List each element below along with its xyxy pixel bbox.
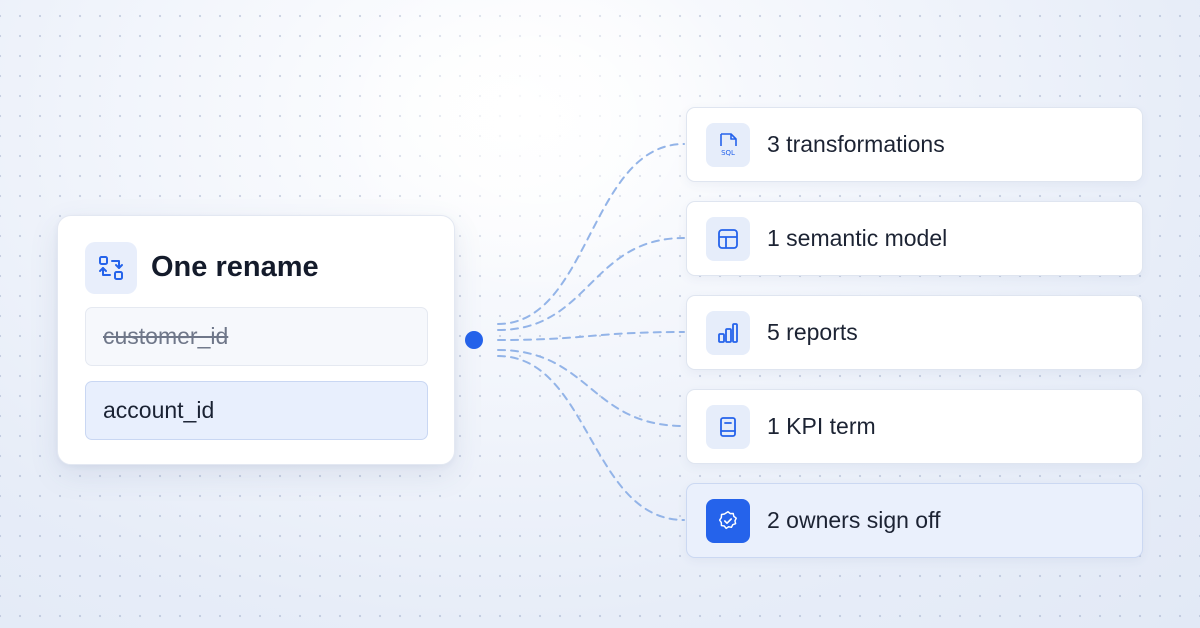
swap-icon bbox=[85, 242, 137, 294]
connector-hub-dot bbox=[465, 331, 483, 349]
svg-text:SQL: SQL bbox=[721, 149, 735, 157]
connector-line-transformations bbox=[497, 143, 685, 325]
impact-label: 2 owners sign off bbox=[767, 507, 941, 533]
rename-card: One rename customer_id account_id bbox=[57, 215, 455, 465]
impact-item-owners-sign-off[interactable]: 2 owners sign off bbox=[686, 483, 1143, 558]
impact-label: 1 KPI term bbox=[767, 413, 876, 439]
old-field-name: customer_id bbox=[85, 307, 428, 366]
new-field-name: account_id bbox=[85, 381, 428, 440]
bar-chart-icon bbox=[706, 311, 750, 355]
impact-item-semantic-model[interactable]: 1 semantic model bbox=[686, 201, 1143, 276]
sql-file-icon: SQL bbox=[706, 123, 750, 167]
impact-label: 5 reports bbox=[767, 319, 858, 345]
impact-item-kpi-term[interactable]: 1 KPI term bbox=[686, 389, 1143, 464]
impact-label: 1 semantic model bbox=[767, 225, 948, 251]
table-grid-icon bbox=[706, 217, 750, 261]
impact-label: 3 transformations bbox=[767, 131, 945, 157]
connector-line-owners bbox=[497, 355, 685, 521]
connector-line-semantic-model bbox=[497, 237, 685, 331]
connector-line-reports bbox=[497, 331, 685, 341]
glossary-book-icon bbox=[706, 405, 750, 449]
impact-item-transformations[interactable]: SQL 3 transformations bbox=[686, 107, 1143, 182]
impact-item-reports[interactable]: 5 reports bbox=[686, 295, 1143, 370]
verified-badge-icon bbox=[706, 499, 750, 543]
card-title: One rename bbox=[151, 251, 319, 283]
